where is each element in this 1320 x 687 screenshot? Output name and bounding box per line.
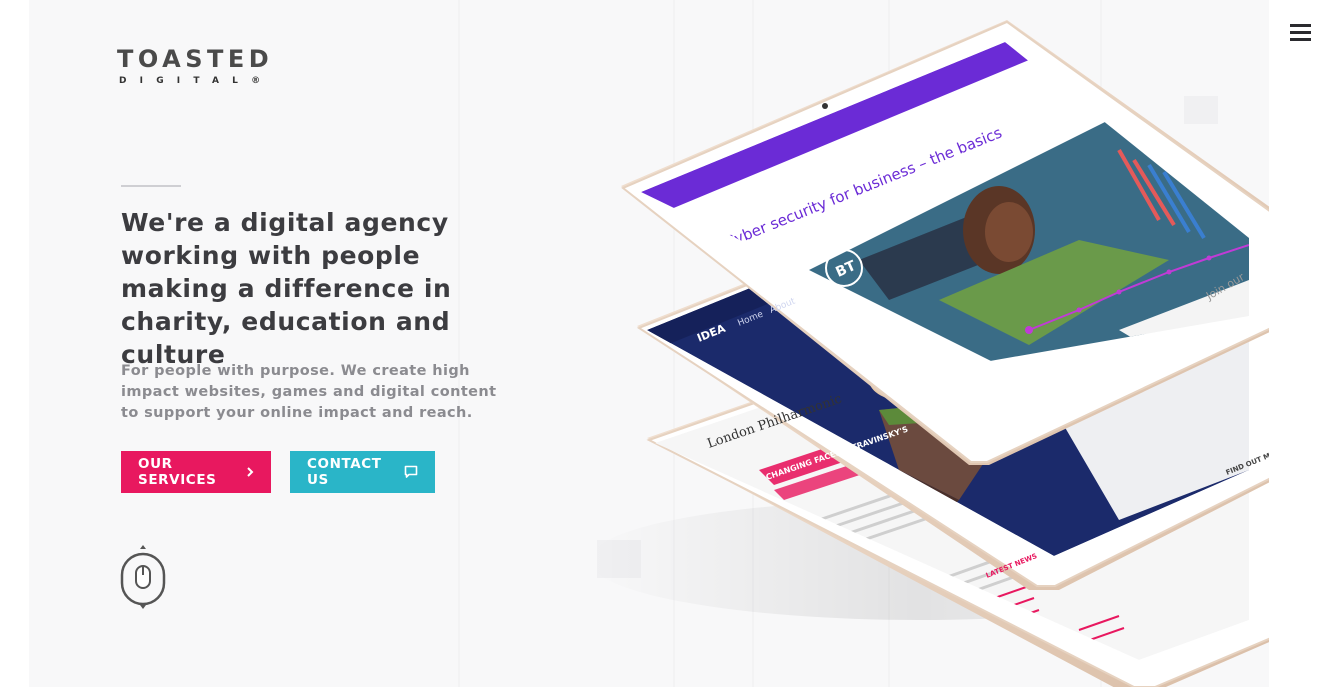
- chevron-right-icon: [246, 467, 254, 477]
- hamburger-menu-icon[interactable]: [1290, 24, 1311, 42]
- contact-us-label: CONTACT US: [307, 456, 382, 488]
- logo-wordmark: TOASTED: [117, 45, 274, 73]
- hero-panel: TOASTED DIGITAL® We're a digital agency …: [29, 0, 1269, 687]
- mouse-scroll-icon[interactable]: [119, 544, 167, 610]
- logo-subtitle: DIGITAL®: [119, 76, 274, 86]
- logo[interactable]: TOASTED DIGITAL®: [117, 46, 273, 86]
- contact-us-button[interactable]: CONTACT US: [290, 451, 435, 493]
- chat-bubble-icon: [404, 465, 418, 479]
- divider: [121, 185, 181, 187]
- hero-subtext: For people with purpose. We create high …: [121, 363, 497, 421]
- tablet-showcase: BT Cyber security for business – the bas…: [589, 20, 1269, 687]
- hero-headline: We're a digital agency working with peop…: [121, 208, 452, 369]
- our-services-button[interactable]: OUR SERVICES: [121, 451, 271, 493]
- our-services-label: OUR SERVICES: [138, 456, 217, 488]
